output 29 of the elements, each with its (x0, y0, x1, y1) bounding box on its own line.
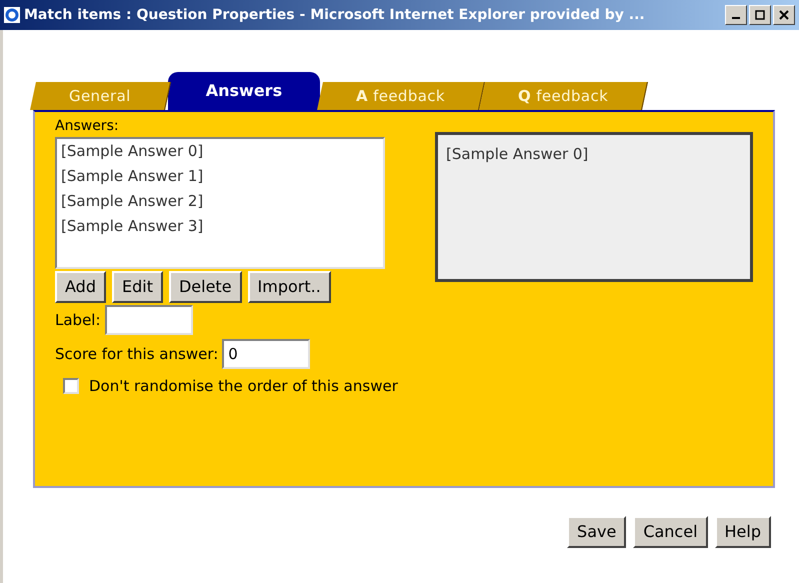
close-button[interactable] (773, 5, 795, 25)
dialog-button[interactable]: Cancel (633, 516, 708, 548)
maximize-button[interactable] (749, 5, 771, 25)
list-action-button[interactable]: Import.. (248, 271, 331, 303)
close-icon (779, 10, 789, 20)
answer-item[interactable]: [Sample Answer 2] (61, 189, 379, 214)
list-action-button[interactable]: Edit (112, 271, 163, 303)
label-text: Label: (55, 310, 101, 331)
dialog-button[interactable]: Help (714, 516, 771, 548)
answer-item[interactable]: [Sample Answer 0] (61, 139, 379, 164)
minimize-icon (732, 17, 740, 19)
list-action-button[interactable]: Delete (168, 271, 242, 303)
minimize-button[interactable] (725, 5, 747, 25)
window-title: Match items : Question Properties - Microsoft Internet Explorer provided by ... (24, 6, 646, 24)
answers-label: Answers: (55, 117, 120, 136)
randomise-checkbox[interactable] (63, 378, 79, 394)
randomise-label: Don't randomise the order of this answer (89, 376, 398, 397)
score-input[interactable]: 0 (222, 339, 310, 369)
answers-list[interactable]: [Sample Answer 0] [Sample Answer 1] [Sample Answer 2] [Sample Answer 3] (55, 137, 385, 269)
browser-icon (4, 7, 20, 23)
list-action-button[interactable]: Add (55, 271, 106, 303)
maximize-icon (755, 10, 765, 20)
score-label: Score for this answer: (55, 344, 218, 365)
answer-item[interactable]: [Sample Answer 3] (61, 214, 379, 239)
answer-item[interactable]: [Sample Answer 1] (61, 164, 379, 189)
label-input[interactable] (104, 305, 193, 335)
tab[interactable]: Answers (168, 72, 320, 110)
dialog-button[interactable]: Save (567, 516, 626, 548)
answer-preview: [Sample Answer 0] (435, 132, 753, 282)
